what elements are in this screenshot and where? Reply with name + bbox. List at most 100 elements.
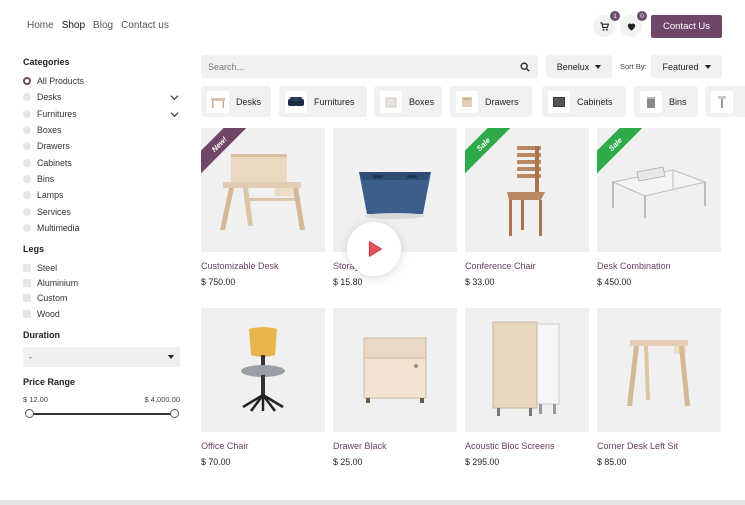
radio: [23, 142, 31, 151]
price-range-labels: $ 12.00 $ 4,000.00: [23, 395, 180, 404]
duration-select[interactable]: -: [23, 347, 180, 368]
product-price: $ 33.00: [465, 277, 495, 287]
price-range-title: Price Range: [23, 377, 76, 388]
category-furnitures[interactable]: Furnitures: [23, 106, 183, 122]
legs-steel[interactable]: Steel: [23, 260, 183, 275]
product-card[interactable]: Acoustic Bloc Screens $ 295.00: [465, 308, 589, 467]
legs-aluminium[interactable]: Aluminium: [23, 275, 183, 290]
legs-wood[interactable]: Wood: [23, 306, 183, 321]
storage-box-illustration: [359, 172, 431, 219]
product-name[interactable]: Acoustic Bloc Screens: [465, 441, 589, 451]
chip-more[interactable]: [705, 86, 745, 117]
chevron-down-icon[interactable]: [170, 110, 179, 119]
pricelist-dropdown[interactable]: Benelux: [546, 55, 612, 78]
product-image[interactable]: [201, 308, 325, 432]
nav-blog[interactable]: Blog: [93, 20, 113, 31]
category-drawers[interactable]: Drawers: [23, 138, 183, 154]
category-multimedia[interactable]: Multimedia: [23, 220, 183, 236]
product-image[interactable]: Sale: [597, 128, 721, 252]
desk-thumbnail: [207, 90, 229, 113]
product-image[interactable]: [333, 308, 457, 432]
chip-drawers[interactable]: Drawers: [450, 86, 532, 117]
checkbox: [23, 294, 31, 303]
product-image[interactable]: [597, 308, 721, 432]
category-boxes[interactable]: Boxes: [23, 122, 183, 138]
drawer-thumbnail: [456, 90, 478, 113]
product-price: $ 70.00: [201, 457, 231, 467]
category-services[interactable]: Services: [23, 203, 183, 219]
header: Home Shop Blog Contact us 1 0 Contact Us: [0, 0, 745, 52]
radio: [23, 191, 31, 200]
chip-cabinets[interactable]: Cabinets: [542, 86, 626, 117]
search-icon[interactable]: [520, 62, 530, 72]
nav-home[interactable]: Home: [27, 20, 54, 31]
product-image[interactable]: Sale: [465, 128, 589, 252]
filters-sidebar: Categories All Products Desks Furnitures…: [23, 56, 183, 419]
product-card[interactable]: Office Chair $ 70.00: [201, 308, 325, 467]
checkbox: [23, 278, 31, 287]
cart-button[interactable]: 1: [593, 11, 620, 37]
page-bottom-divider: [0, 500, 745, 505]
desk-combination-illustration: [611, 166, 707, 218]
radio: [23, 109, 31, 118]
desk-illustration: [220, 154, 305, 230]
product-name[interactable]: Corner Desk Left Sit: [597, 441, 721, 451]
category-all-products[interactable]: All Products: [23, 73, 183, 89]
furniture-thumbnail: [285, 90, 307, 113]
radio: [23, 93, 31, 102]
product-image[interactable]: New!: [201, 128, 325, 252]
contact-us-button[interactable]: Contact Us: [651, 15, 722, 38]
sort-by-label: Sort By:: [620, 62, 647, 71]
category-bins[interactable]: Bins: [23, 171, 183, 187]
nav-contact[interactable]: Contact us: [121, 20, 169, 31]
price-range-slider[interactable]: [25, 409, 179, 419]
category-cabinets[interactable]: Cabinets: [23, 154, 183, 170]
search-input[interactable]: [208, 61, 488, 72]
box-thumbnail: [380, 90, 402, 113]
product-name[interactable]: Conference Chair: [465, 261, 589, 271]
product-image[interactable]: [465, 308, 589, 432]
chip-desks[interactable]: Desks: [201, 86, 271, 117]
product-card[interactable]: Corner Desk Left Sit $ 85.00: [597, 308, 721, 467]
caret-down-icon: [168, 355, 174, 360]
main-nav: Home Shop Blog Contact us: [27, 20, 169, 31]
slider-min-handle[interactable]: [25, 409, 34, 419]
cart-count-badge: 1: [610, 11, 620, 21]
nav-shop[interactable]: Shop: [62, 20, 85, 31]
wishlist-count-badge: 0: [637, 11, 647, 21]
chip-furnitures[interactable]: Furnitures: [279, 86, 367, 117]
caret-down-icon: [704, 64, 711, 69]
screens-illustration: [492, 321, 560, 416]
sort-dropdown[interactable]: Featured: [651, 55, 722, 78]
legs-custom[interactable]: Custom: [23, 291, 183, 306]
product-name[interactable]: Customizable Desk: [201, 261, 325, 271]
price-min: $ 12.00: [23, 395, 49, 405]
play-icon: [368, 241, 382, 257]
category-chips: Desks Furnitures Boxes Drawers Cabinets …: [201, 86, 745, 118]
product-price: $ 750.00: [201, 277, 236, 287]
category-desks[interactable]: Desks: [23, 89, 183, 105]
chip-boxes[interactable]: Boxes: [374, 86, 442, 117]
product-card[interactable]: Drawer Black $ 25.00: [333, 308, 457, 467]
radio: [23, 158, 31, 167]
price-max: $ 4,000.00: [144, 395, 180, 405]
radio-selected: [23, 77, 31, 86]
product-name[interactable]: Office Chair: [201, 441, 325, 451]
drawer-illustration: [363, 337, 427, 403]
corner-desk-illustration: [627, 340, 690, 406]
product-name[interactable]: Drawer Black: [333, 441, 457, 451]
cabinet-thumbnail: [548, 90, 570, 113]
product-name[interactable]: Desk Combination: [597, 261, 721, 271]
product-price: $ 15.80: [333, 277, 363, 287]
checkbox: [23, 263, 31, 272]
product-card[interactable]: Sale Desk Combination $ 450.00: [597, 128, 721, 287]
product-card[interactable]: New! Customizable Desk $ 750.00: [201, 128, 325, 287]
category-lamps[interactable]: Lamps: [23, 187, 183, 203]
play-video-button[interactable]: [347, 222, 401, 276]
chip-bins[interactable]: Bins: [634, 86, 698, 117]
wishlist-button[interactable]: 0: [620, 11, 647, 37]
bin-thumbnail: [640, 90, 662, 113]
product-card[interactable]: Sale Conference Chair $ 33.00: [465, 128, 589, 287]
chevron-down-icon[interactable]: [170, 93, 179, 102]
slider-max-handle[interactable]: [170, 409, 179, 419]
